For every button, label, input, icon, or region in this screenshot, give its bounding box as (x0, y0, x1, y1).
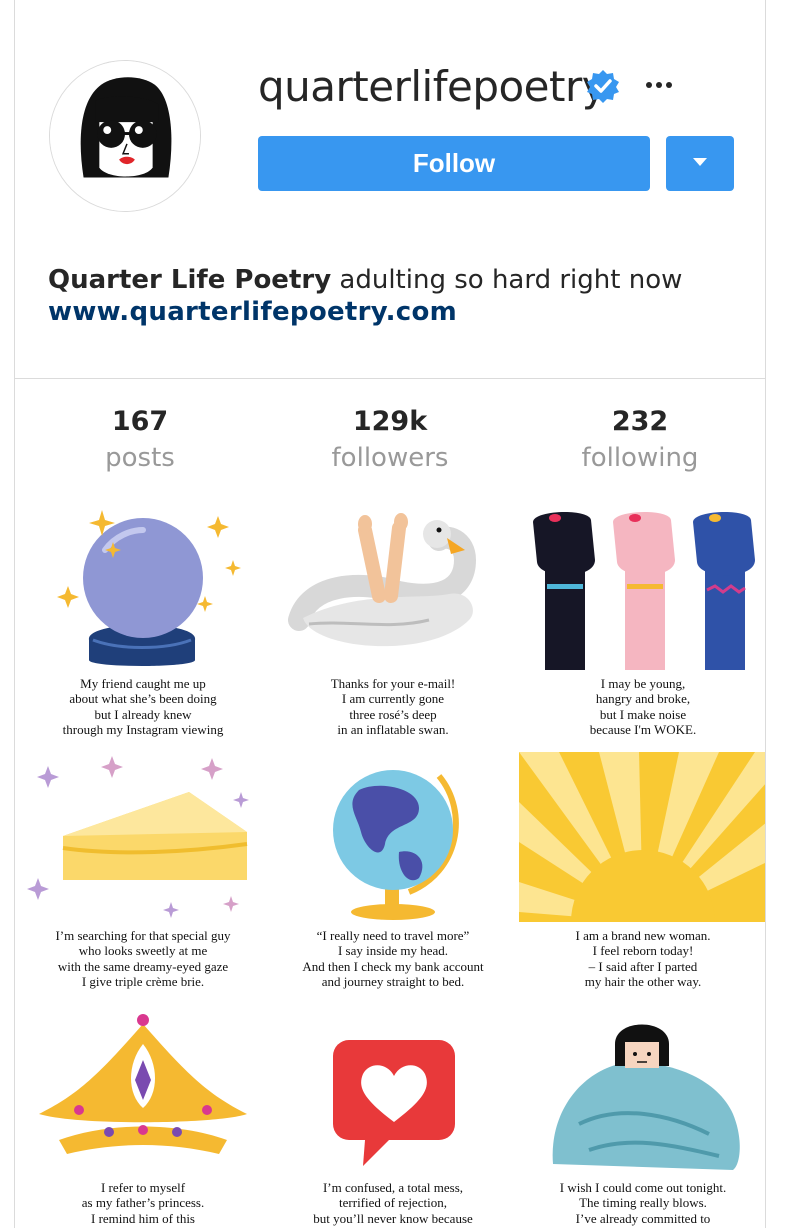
caption-line: with the same dreamy-eyed gaze (57, 958, 229, 974)
stat-following-count: 232 (611, 406, 669, 437)
more-options-icon[interactable] (643, 68, 677, 102)
caption-line: Thanks for your e-mail! (330, 676, 456, 691)
caption-line: who looks sweetly at me (78, 943, 208, 959)
bio-text: adulting so hard right now (331, 265, 683, 295)
bio-full-name: Quarter Life Poetry (48, 265, 332, 295)
avatar-illustration (50, 61, 200, 211)
post-tile[interactable]: I refer to myself as my father’s princes… (19, 1004, 267, 1228)
post-caption: I refer to myself as my father’s princes… (19, 1180, 267, 1226)
blanket-girl-illustration (552, 1024, 740, 1170)
stat-followers-label: followers (331, 443, 449, 473)
globe-illustration (333, 770, 459, 920)
caption-line: I remind him of this (91, 1210, 195, 1226)
post-caption: My friend caught me up about what she’s … (19, 676, 267, 738)
post-tile[interactable]: My friend caught me up about what she’s … (19, 500, 267, 748)
caption-line: I refer to myself (100, 1180, 186, 1195)
post-caption: I wish I could come out tonight. The tim… (519, 1180, 765, 1226)
profile-stats: 167 posts 129k followers 232 following (15, 404, 765, 476)
section-divider (15, 378, 765, 379)
post-tile[interactable]: I am a brand new woman. I feel reborn to… (519, 752, 765, 1000)
caption-line: “I really need to travel more” (316, 928, 470, 943)
stat-posts-count: 167 (111, 406, 169, 437)
post-tile[interactable]: “I really need to travel more” I say ins… (269, 752, 517, 1000)
post-caption: “I really need to travel more” I say ins… (269, 928, 517, 990)
profile-page: quarterlifepoetry Follow Quarter Life Po… (14, 0, 766, 1228)
caption-line: I wish I could come out tonight. (559, 1180, 727, 1195)
caret-down-icon (693, 158, 707, 166)
caption-line: I feel reborn today! (592, 943, 694, 959)
follow-button[interactable]: Follow (258, 136, 650, 191)
profile-bio: Quarter Life Poetry adulting so hard rig… (48, 262, 682, 298)
caption-line: hangry and broke, (595, 691, 691, 707)
post-tile[interactable]: I wish I could come out tonight. The tim… (519, 1004, 765, 1228)
caption-line: my hair the other way. (584, 974, 702, 990)
post-caption: I may be young, hangry and broke, but I … (519, 676, 765, 738)
caption-line: I’ve already committed to (575, 1210, 711, 1226)
profile-avatar[interactable] (49, 60, 201, 212)
heart-bubble-illustration (333, 1040, 455, 1166)
post-caption: Thanks for your e-mail! I am currently g… (269, 676, 517, 738)
caption-line: I am currently gone (341, 691, 445, 707)
post-tile[interactable]: Thanks for your e-mail! I am currently g… (269, 500, 517, 748)
swan-float-illustration (288, 513, 477, 647)
raised-fists-illustration (533, 511, 755, 670)
crystal-ball-illustration (57, 510, 241, 666)
caption-line: about what she’s been doing (69, 691, 217, 707)
stat-followers-count: 129k (352, 406, 428, 437)
caption-line: My friend caught me up (80, 676, 206, 691)
stat-followers[interactable]: 129k followers (265, 404, 515, 476)
verified-badge-icon (587, 70, 619, 103)
post-caption: I’m searching for that special guy who l… (19, 928, 267, 990)
caption-line: – I said after I parted (588, 958, 698, 974)
caption-line: but I already knew (94, 706, 192, 722)
tiara-illustration (39, 1014, 247, 1154)
post-tile[interactable]: I may be young, hangry and broke, but I … (519, 500, 765, 748)
caption-line: I am a brand new woman. (575, 928, 711, 943)
caption-line: I may be young, (600, 676, 686, 691)
caption-line: terrified of rejection, (339, 1195, 447, 1211)
stat-posts-label: posts (105, 443, 175, 473)
caption-line: I give triple crème brie. (81, 974, 205, 990)
caption-line: through my Instagram viewing (62, 722, 224, 738)
caption-line: And then I check my bank account (302, 958, 484, 974)
caption-line: I’m confused, a total mess, (322, 1180, 464, 1195)
post-tile[interactable]: I’m searching for that special guy who l… (19, 752, 267, 1000)
stat-following-label: following (581, 443, 699, 473)
follow-dropdown-button[interactable] (666, 136, 734, 191)
caption-line: The timing really blows. (579, 1195, 707, 1211)
caption-line: because I'm WOKE. (589, 722, 697, 738)
caption-line: in an inflatable swan. (337, 722, 449, 738)
caption-line: I say inside my head. (337, 943, 449, 959)
stat-following[interactable]: 232 following (515, 404, 765, 476)
caption-line: and journey straight to bed. (321, 974, 465, 990)
post-tile[interactable]: I’m confused, a total mess, terrified of… (269, 1004, 517, 1228)
caption-line: I’m searching for that special guy (55, 928, 231, 943)
caption-line: but you’ll never know because (313, 1210, 473, 1226)
profile-website-link[interactable]: www.quarterlifepoetry.com (48, 297, 457, 327)
post-caption: I am a brand new woman. I feel reborn to… (519, 928, 765, 990)
caption-line: but I make noise (599, 706, 687, 722)
stat-posts[interactable]: 167 posts (15, 404, 265, 476)
caption-line: three rosé’s deep (349, 706, 437, 722)
post-caption: I’m confused, a total mess, terrified of… (269, 1180, 517, 1226)
sunrise-illustration (519, 752, 765, 922)
profile-username: quarterlifepoetry (258, 62, 607, 111)
cheese-brie-illustration (27, 756, 249, 918)
caption-line: as my father’s princess. (81, 1195, 205, 1211)
